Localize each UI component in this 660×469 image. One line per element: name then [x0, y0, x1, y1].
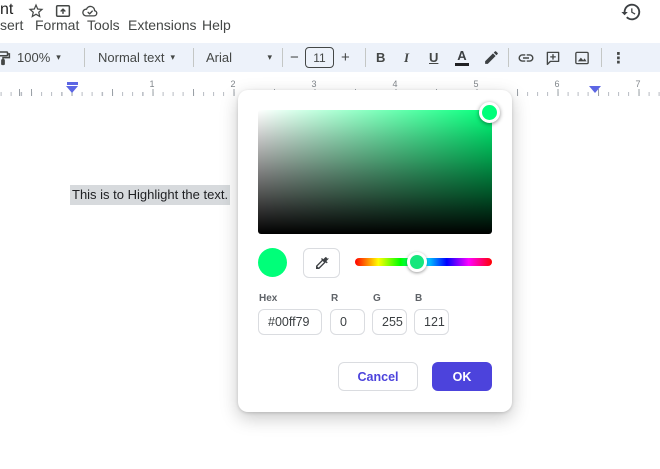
more-options-button[interactable]: ⋮: [611, 43, 626, 72]
text-color-button[interactable]: A: [455, 43, 469, 72]
chevron-down-icon: ▾: [267, 52, 272, 62]
titlebar: nt sert Format Tools Extensions Help: [0, 0, 660, 40]
divider: [84, 48, 85, 67]
current-color-swatch: [258, 248, 287, 277]
chevron-down-icon: ▾: [56, 52, 61, 62]
ruler-number: 7: [635, 79, 641, 89]
gradient-handle[interactable]: [479, 102, 500, 123]
ruler-number: 4: [392, 79, 398, 89]
paragraph-style-select[interactable]: Normal text ▾: [98, 43, 175, 72]
ruler-number: 1: [149, 79, 155, 89]
red-input[interactable]: [330, 309, 365, 335]
menu-insert[interactable]: sert: [0, 17, 23, 33]
ruler-number: 6: [554, 79, 560, 89]
chevron-down-icon: ▾: [170, 52, 175, 62]
ok-button[interactable]: OK: [432, 362, 492, 391]
blue-label: B: [415, 293, 423, 304]
font-select[interactable]: Arial ▾: [206, 43, 272, 72]
ruler-number: 5: [473, 79, 479, 89]
underline-button[interactable]: U: [429, 43, 438, 72]
ruler-number: 2: [230, 79, 236, 89]
left-indent-marker[interactable]: [66, 82, 78, 93]
menu-extensions[interactable]: Extensions: [128, 17, 196, 33]
eyedropper-icon: [315, 256, 329, 269]
hex-input[interactable]: [258, 309, 322, 335]
green-input[interactable]: [372, 309, 407, 335]
eyedropper-button[interactable]: [303, 248, 340, 278]
red-label: R: [331, 293, 339, 304]
divider: [365, 48, 366, 67]
divider: [601, 48, 602, 67]
increase-font-size-button[interactable]: +: [341, 43, 350, 72]
highlighted-document-text[interactable]: This is to Highlight the text.: [70, 185, 231, 205]
saturation-value-gradient[interactable]: [258, 102, 500, 234]
italic-button[interactable]: I: [404, 43, 409, 72]
right-indent-marker[interactable]: [589, 86, 601, 93]
toolbar: 100% ▾ Normal text ▾ Arial ▾ − 11 + B I U A…: [0, 43, 660, 72]
zoom-select[interactable]: 100% ▾: [17, 43, 61, 72]
hex-label: Hex: [259, 293, 278, 304]
blue-input[interactable]: [414, 309, 449, 335]
color-picker-dialog: Hex R G B Cancel OK: [238, 90, 512, 412]
menu-tools[interactable]: Tools: [87, 17, 120, 33]
menu-help[interactable]: Help: [202, 17, 231, 33]
hue-slider-handle[interactable]: [407, 252, 427, 272]
insert-image-icon[interactable]: [573, 43, 591, 72]
bold-button[interactable]: B: [376, 43, 385, 72]
version-history-icon[interactable]: [620, 1, 642, 23]
insert-link-icon[interactable]: [517, 43, 535, 72]
text-color-swatch: [455, 62, 469, 66]
add-comment-icon[interactable]: [544, 43, 562, 72]
hue-slider[interactable]: [355, 248, 492, 276]
font-size-input[interactable]: 11: [305, 47, 334, 68]
divider: [282, 48, 283, 67]
cancel-button[interactable]: Cancel: [338, 362, 418, 391]
divider: [193, 48, 194, 67]
ruler-number: 3: [311, 79, 317, 89]
highlight-color-button[interactable]: [483, 43, 500, 72]
paint-format-icon[interactable]: [0, 43, 12, 72]
decrease-font-size-button[interactable]: −: [290, 43, 299, 72]
menu-format[interactable]: Format: [35, 17, 79, 33]
green-label: G: [373, 293, 381, 304]
divider: [508, 48, 509, 67]
